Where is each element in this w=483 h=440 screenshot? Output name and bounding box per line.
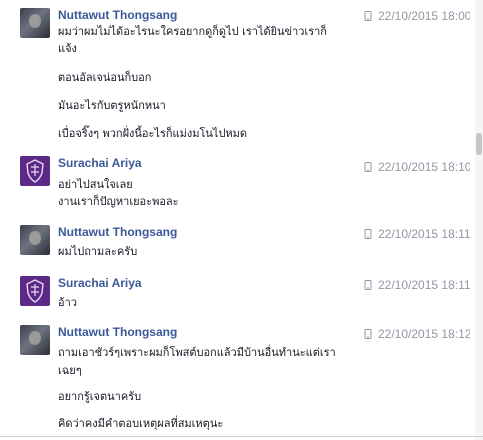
author-name[interactable]: Nuttawut Thongsang [58, 325, 177, 339]
author-name[interactable]: Nuttawut Thongsang [58, 8, 177, 22]
message-line: มันอะไรกับตรูหนักหนา [58, 99, 166, 112]
crest-icon [26, 159, 44, 183]
avatar[interactable] [20, 325, 50, 355]
author-name[interactable]: Surachai Ariya [58, 156, 142, 170]
message-line: อย่าไปสนใจเลย [58, 178, 133, 191]
timestamp: 22/10/2015 18:12 [364, 327, 470, 341]
scrollbar[interactable] [475, 0, 483, 440]
mobile-icon [364, 162, 372, 172]
divider [0, 436, 483, 437]
timestamp: 22/10/2015 18:11 [364, 278, 470, 292]
mobile-icon [364, 280, 372, 290]
message-thread: Nuttawut Thongsang 22/10/2015 18:00 ผมว่… [0, 0, 470, 440]
timestamp-text: 22/10/2015 18:12 [378, 327, 470, 341]
timestamp: 22/10/2015 18:11 [364, 227, 470, 241]
message-line: ผมว่าผมไม่ได้อะไรนะใครอยากดูก็ดูไป เราได… [58, 25, 327, 38]
message-line: ตอนอัลเจน่อนก็บอก [58, 71, 152, 84]
message-line: เฉยๆ [58, 364, 82, 377]
avatar[interactable] [20, 276, 50, 306]
mobile-icon [364, 329, 372, 339]
timestamp-text: 22/10/2015 18:11 [378, 227, 470, 241]
timestamp-text: 22/10/2015 18:10 [378, 160, 470, 174]
timestamp: 22/10/2015 18:10 [364, 160, 470, 174]
mobile-icon [364, 11, 372, 21]
message-line: เบื่อจริ๊งๆ พวกฝั่งนี้อะไรก็แม่งมโนไปหมด [58, 127, 248, 140]
avatar[interactable] [20, 156, 50, 186]
avatar[interactable] [20, 8, 50, 38]
mobile-icon [364, 229, 372, 239]
timestamp-text: 22/10/2015 18:11 [378, 278, 470, 292]
message-line: อยากรู้เจตนาครับ [58, 390, 142, 403]
message-line: งานเราก็ปัญหาเยอะพอละ [58, 195, 179, 208]
message-line: อ้าว [58, 296, 77, 309]
message-line: ผมไปถามละครับ [58, 245, 138, 258]
message-line: แจ้ง [58, 42, 77, 55]
scrollbar-thumb[interactable] [476, 133, 482, 155]
author-name[interactable]: Nuttawut Thongsang [58, 225, 177, 239]
message-line: ถามเอาชัวร์ๆเพราะผมก็โพสต์บอกแล้วมีบ้านอ… [58, 346, 336, 359]
message-line: คิดว่าคงมีคำตอบเหตุผลที่สมเหตุนะ [58, 417, 224, 430]
avatar[interactable] [20, 225, 50, 255]
timestamp: 22/10/2015 18:00 [364, 9, 470, 23]
crest-icon [26, 279, 44, 303]
timestamp-text: 22/10/2015 18:00 [378, 9, 470, 23]
author-name[interactable]: Surachai Ariya [58, 276, 142, 290]
